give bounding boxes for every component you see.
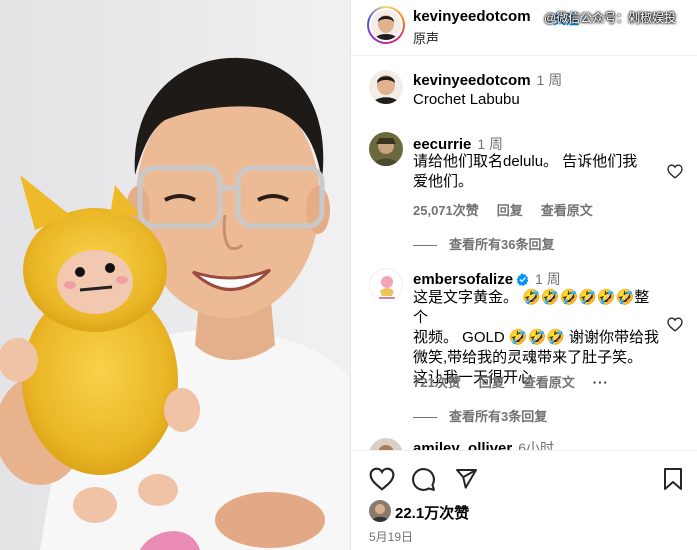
audio-label[interactable]: 原声	[413, 28, 439, 47]
comment-text-line: 视频。 GOLD 🤣🤣🤣 谢谢你带给我	[413, 329, 660, 346]
see-translation-button[interactable]: 查看原文	[523, 375, 575, 390]
liker-avatar[interactable]	[369, 500, 391, 522]
video-frame-image	[0, 0, 350, 550]
post-media[interactable]	[0, 0, 350, 550]
comment-like-count[interactable]: 25,071次赞	[413, 203, 479, 218]
comment-item: eecurrie 1 周 请给他们取名delulu。 告诉他们我 爱他们。 25,…	[351, 130, 697, 255]
replies-divider	[413, 417, 437, 419]
author-username[interactable]: kevinyeedotcom	[413, 8, 531, 25]
watermark-text: @微信公众号：剁椒娱投	[544, 11, 677, 25]
caption-avatar-image	[369, 70, 403, 104]
view-replies-button[interactable]: 查看所有36条回复	[413, 234, 554, 253]
reply-button[interactable]: 回复	[497, 203, 523, 218]
comment-item: amiley_olliver 6小时	[351, 436, 697, 450]
caption: kevinyeedotcom 1 周 Crochet Labubu	[351, 66, 697, 116]
share-icon[interactable]	[454, 467, 478, 491]
comment-avatar[interactable]	[369, 132, 403, 166]
caption-time[interactable]: 1 周	[537, 72, 563, 88]
comment-icon[interactable]	[411, 467, 436, 492]
bookmark-icon[interactable]	[663, 467, 683, 491]
post-actions: 22.1万次赞 5月19日	[351, 450, 697, 550]
like-count[interactable]: 22.1万次赞	[395, 502, 469, 523]
comment-time[interactable]: 1 周	[477, 136, 503, 152]
comment-text-line: 爱他们。	[413, 173, 474, 190]
comment-avatar-image	[369, 132, 403, 166]
comment-text-line: 微笑,带给我的灵魂带来了肚子笑。	[413, 349, 643, 366]
post-date[interactable]: 5月19日	[369, 528, 413, 545]
like-comment-heart-icon[interactable]	[667, 317, 683, 332]
comment-text-line: 请给他们取名delulu。 告诉他们我	[413, 153, 638, 170]
comment-author[interactable]: embersofalize	[413, 271, 513, 288]
comment-avatar[interactable]	[369, 268, 403, 302]
comment-text: 请给他们取名delulu。 告诉他们我 爱他们。	[413, 152, 653, 192]
verified-icon	[516, 273, 529, 286]
view-replies-label: 查看所有3条回复	[449, 409, 548, 424]
comment-item: embersofalize 1 周 这是文字黄金。 🤣🤣🤣🤣🤣🤣整个 视频。 G…	[351, 266, 697, 426]
comment-author[interactable]: eecurrie	[413, 136, 471, 153]
more-options-icon[interactable]: ···	[593, 375, 609, 390]
comment-avatar-image	[369, 438, 403, 450]
see-translation-button[interactable]: 查看原文	[541, 203, 593, 218]
comment-time[interactable]: 6小时	[518, 440, 554, 450]
view-replies-button[interactable]: 查看所有3条回复	[413, 406, 547, 425]
caption-text: Crochet Labubu	[413, 91, 520, 108]
caption-avatar[interactable]	[369, 70, 403, 104]
reply-button[interactable]: 回复	[479, 375, 505, 390]
post-detail-panel: kevinyeedotcom 关注 @微信公众号：剁椒娱投 原声 kevinye…	[350, 0, 697, 550]
view-replies-label: 查看所有36条回复	[449, 237, 555, 252]
replies-divider	[413, 245, 437, 247]
caption-author[interactable]: kevinyeedotcom	[413, 72, 531, 89]
author-avatar[interactable]	[367, 6, 405, 44]
post-header: kevinyeedotcom 关注 @微信公众号：剁椒娱投 原声	[351, 0, 697, 56]
like-comment-heart-icon[interactable]	[667, 164, 683, 179]
author-avatar-image	[371, 10, 401, 40]
comment-avatar-image	[370, 269, 402, 301]
comment-avatar[interactable]	[369, 438, 403, 450]
comment-text-line: 这是文字黄金。 🤣🤣🤣🤣🤣🤣整个	[413, 289, 650, 326]
comment-like-count[interactable]: 721次赞	[413, 375, 461, 390]
liker-avatar-image	[369, 500, 391, 522]
comment-time[interactable]: 1 周	[535, 271, 561, 287]
heart-icon[interactable]	[369, 467, 395, 491]
comment-author[interactable]: amiley_olliver	[413, 440, 512, 450]
